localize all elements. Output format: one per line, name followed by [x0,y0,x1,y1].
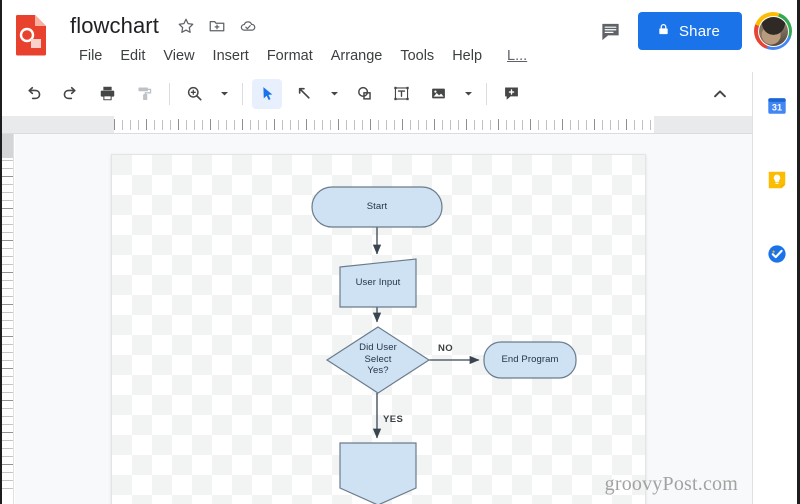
watermark: groovyPost.com [604,473,738,495]
svg-text:31: 31 [771,103,781,113]
drawing-workspace[interactable]: Start User Input Did User Select Yes? En… [15,134,752,504]
cursor-arrow-icon[interactable] [252,78,282,109]
star-icon[interactable] [177,17,195,35]
google-keep-icon[interactable] [765,168,789,192]
text-box-icon[interactable] [386,79,416,109]
line-dropdown-caret-icon[interactable] [326,79,342,109]
redo-button[interactable] [55,79,85,109]
shape-icon[interactable] [349,79,379,109]
screen-left-border [0,0,2,504]
side-panel-rail: 31 [752,72,800,504]
share-label: Share [678,22,720,40]
vertical-ruler[interactable] [0,134,14,504]
menu-item-edit[interactable]: Edit [111,44,154,68]
edge-label-no: NO [438,343,454,354]
document-title-row: flowchart [70,12,257,40]
node-decision [325,326,431,394]
toolbar-divider-2 [242,82,243,105]
header-actions: Share [596,12,792,50]
node-start [311,186,443,228]
avatar[interactable] [754,12,792,50]
zoom-in-icon[interactable] [179,79,209,109]
menu-item-view[interactable]: View [154,44,203,68]
node-user-input [339,258,417,308]
line-icon[interactable] [289,79,319,109]
add-comment-icon[interactable] [496,79,526,109]
menu-item-tools[interactable]: Tools [391,44,443,68]
menu-item-help[interactable]: Help [443,44,491,68]
edge-label-yes: YES [383,414,404,425]
undo-button[interactable] [18,79,48,109]
printer-icon[interactable] [92,79,122,109]
comment-history-icon[interactable] [596,16,626,46]
menu-item-insert[interactable]: Insert [204,44,258,68]
lock-icon [656,22,671,41]
image-icon[interactable] [423,79,453,109]
node-end-program [483,341,577,379]
node-process [339,442,417,504]
menu-item-format[interactable]: Format [258,44,322,68]
menu-item-file[interactable]: File [70,44,111,68]
avatar-photo [758,16,788,46]
flowchart-graphic [311,186,577,504]
menu-item-arrange[interactable]: Arrange [322,44,392,68]
app-header: flowchart File Edit View Insert Format A… [0,0,800,72]
move-to-folder-icon[interactable] [208,17,226,35]
toolbar-divider-3 [486,82,487,105]
drawing-canvas[interactable]: Start User Input Did User Select Yes? En… [111,154,646,504]
last-edit-status[interactable]: L... [491,44,536,68]
google-tasks-icon[interactable] [765,242,789,266]
horizontal-ruler[interactable] [0,116,752,134]
google-calendar-icon[interactable]: 31 [765,94,789,118]
zoom-dropdown-caret-icon[interactable] [216,79,232,109]
main-toolbar [0,72,752,116]
menu-bar: File Edit View Insert Format Arrange Too… [70,44,536,68]
toolbar-divider [169,82,170,105]
page-title[interactable]: flowchart [70,13,159,39]
title-icon-group [177,17,257,35]
google-drawings-window: flowchart File Edit View Insert Format A… [0,0,800,504]
image-dropdown-caret-icon[interactable] [460,79,476,109]
avatar-inner [757,15,789,47]
ruler-major-ticks [114,119,654,130]
paint-roller-icon[interactable] [129,79,159,109]
cloud-saved-icon[interactable] [239,17,257,35]
chevron-up-icon[interactable] [706,80,734,108]
google-drawings-icon[interactable] [14,14,48,56]
share-button[interactable]: Share [637,12,742,50]
